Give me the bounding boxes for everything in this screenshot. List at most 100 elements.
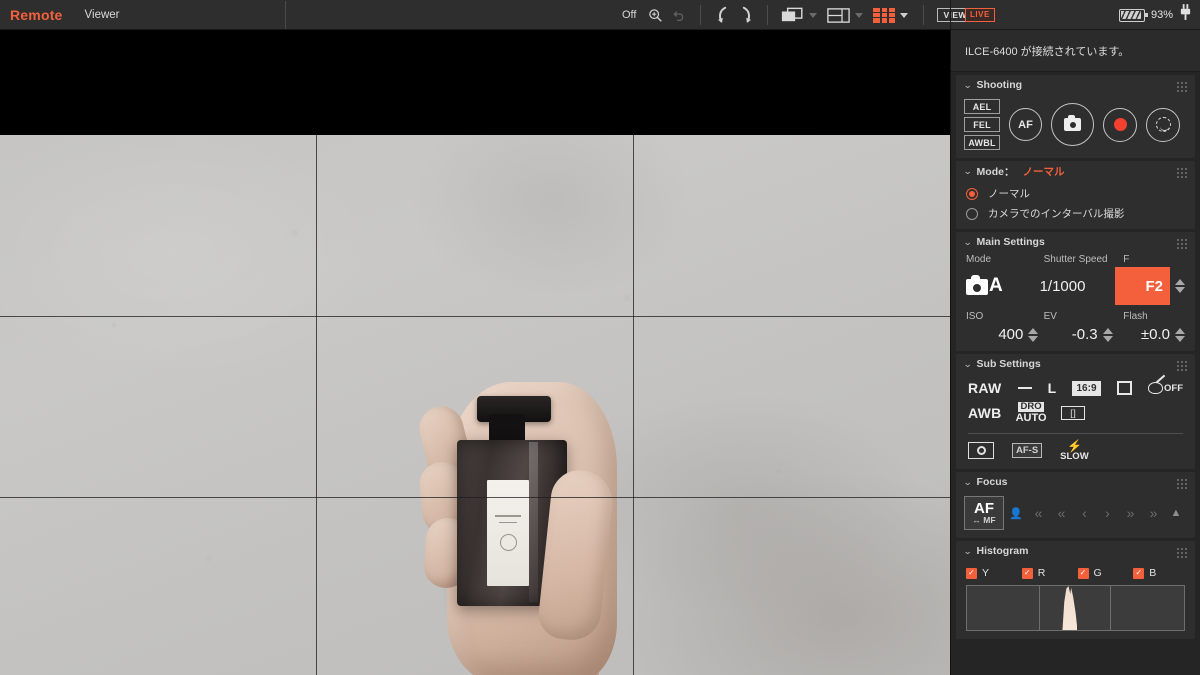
mode-current-value: ノーマル [1022,165,1065,178]
sub-settings-header[interactable]: ⌄ Sub Settings [956,354,1195,374]
f-number-stepper[interactable] [1175,279,1185,293]
lightning-bolt-icon: ⚡ [1066,438,1082,453]
panel-grip-handle[interactable] [1176,360,1187,371]
channel-label: Y [982,567,990,579]
window-stack-icon[interactable] [777,3,808,27]
split-view-icon[interactable] [823,3,854,27]
iso-stepper[interactable] [1028,327,1039,342]
histogram-header[interactable]: ⌄ Histogram [956,541,1195,561]
main-settings-title: Main Settings [976,236,1045,248]
panel-grip-handle[interactable] [1176,547,1187,558]
split-view-dropdown-icon[interactable] [855,12,864,18]
live-view-viewer[interactable] [0,30,950,675]
image-size-button[interactable]: L [1048,380,1057,396]
file-format-icon[interactable] [1116,381,1132,395]
panel-grip-handle[interactable] [1176,81,1187,92]
dro-label-top: DRO [1018,401,1044,412]
slow-label: SLOW [1060,450,1089,462]
metering-mode-icon[interactable] [968,441,994,459]
label-flash: Flash [1123,311,1148,322]
iso-value: 400 [998,326,1024,343]
histogram-channel-b[interactable]: ✓ B [1133,567,1185,579]
checkbox-checked-icon: ✓ [1133,567,1145,579]
focus-near-slow-button[interactable]: ‹ [1074,505,1095,521]
value-flash[interactable]: ±0.0 [1113,326,1185,343]
dro-button[interactable]: DRO AUTO [1016,402,1047,424]
raw-quality-button[interactable]: RAW [968,380,1002,396]
main-settings-labels-row1: Mode Shutter Speed F [966,254,1185,265]
sub-settings-row-1: RAW L 16:9 OFF [956,374,1195,396]
sub-settings-row-3: AF-S ⚡ SLOW [956,434,1195,462]
aspect-ratio-button[interactable]: 16:9 [1072,380,1101,396]
panel-grip-handle[interactable] [1176,238,1187,249]
shoot-mode-off-icon[interactable]: OFF [1148,382,1183,394]
fel-button[interactable]: FEL [964,117,1000,132]
shooting-title: Shooting [976,79,1023,91]
main-settings-header[interactable]: ⌄ Main Settings [956,232,1195,252]
bottle-label [487,480,529,586]
bottle-highlight [529,442,538,602]
value-iso[interactable]: 400 [966,326,1039,343]
focus-near-medium-button[interactable]: « [1051,505,1072,521]
awbl-button[interactable]: AWBL [964,135,1000,150]
histogram-peak [1062,586,1078,630]
mode-option-normal[interactable]: ノーマル [956,181,1195,201]
histogram-channel-y[interactable]: ✓ Y [966,567,1018,579]
creative-style-icon[interactable]: [ ] [1060,405,1085,420]
ael-button[interactable]: AEL [964,99,1000,114]
app-title: Remote [10,6,63,23]
focus-far-medium-button[interactable]: » [1120,505,1141,521]
panel-grip-handle[interactable] [1176,478,1187,489]
shutter-button[interactable] [1051,103,1094,146]
main-settings-values-row2: 400 -0.3 ±0.0 [966,326,1185,343]
undo-arrow-icon[interactable] [667,3,691,27]
focus-far-slow-button[interactable]: › [1097,505,1118,521]
mode-option-interval[interactable]: カメラでのインターバル撮影 [956,201,1195,221]
ev-stepper[interactable] [1102,327,1113,342]
panel-main-settings: ⌄ Main Settings Mode Shutter Speed F A 1… [956,232,1195,351]
grid-overlay-dropdown-icon[interactable] [900,12,909,18]
chevron-down-icon: ⌄ [963,476,973,487]
af-button[interactable]: AF [1009,108,1042,141]
tab-viewer[interactable]: Viewer [85,9,120,21]
person-near-icon: 👤 [1009,507,1023,520]
focus-header[interactable]: ⌄ Focus [956,472,1195,492]
shutter-speed-value: 1/1000 [1039,277,1086,295]
off-label: OFF [1164,383,1183,394]
focus-near-fast-button[interactable]: « [1028,505,1049,521]
bracket-button[interactable] [1146,107,1180,142]
histogram-channel-r[interactable]: ✓ R [1021,567,1074,579]
value-shutter-speed[interactable]: 1/1000 [1040,278,1115,295]
af-mf-toggle[interactable]: AF ↔ MF [964,496,1004,530]
panel-shooting: ⌄ Shooting AEL FEL AWBL AF [956,75,1195,158]
value-ev[interactable]: -0.3 [1038,326,1113,343]
record-button[interactable] [1103,107,1137,142]
focus-mode-button[interactable]: AF-S [1012,442,1043,458]
shooting-header[interactable]: ⌄ Shooting [956,75,1195,95]
mf-label: ↔ MF [972,515,996,526]
power-plug-icon [1179,4,1192,26]
flash-stepper[interactable] [1174,327,1185,342]
dro-label-bottom: AUTO [1015,411,1047,424]
grid-overlay-icon[interactable] [869,3,899,27]
white-balance-button[interactable]: AWB [968,405,1002,421]
chevron-down-icon: ⌄ [963,236,973,247]
live-off-label[interactable]: Off [615,9,643,21]
checkbox-checked-icon: ✓ [1077,567,1089,579]
radio-selected-icon [966,187,978,200]
mode-title: Mode： [976,165,1015,178]
magnifier-plus-icon[interactable] [643,3,667,27]
mode-option-label: ノーマル [988,188,1030,200]
histogram-channel-g[interactable]: ✓ G [1077,567,1130,579]
value-mode[interactable]: A [966,275,1040,296]
panel-grip-handle[interactable] [1176,167,1187,178]
value-f-number[interactable]: F2 [1115,267,1185,305]
rotate-left-icon[interactable] [710,3,734,27]
focus-far-fast-button[interactable]: » [1143,505,1164,521]
flash-sync-button[interactable]: ⚡ SLOW [1060,440,1089,462]
rotate-right-icon[interactable] [734,3,758,27]
window-stack-dropdown-icon[interactable] [809,12,818,18]
jpeg-quality-button[interactable] [1017,387,1032,389]
mode-header[interactable]: ⌄ Mode： ノーマル [956,161,1195,181]
toolbar-sep-2 [767,5,769,25]
